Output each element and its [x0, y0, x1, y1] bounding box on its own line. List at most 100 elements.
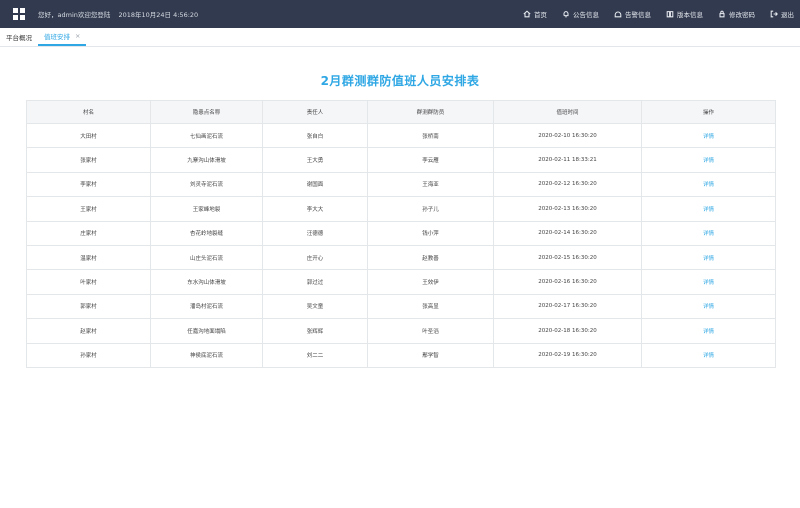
village-cell: 庄家村 — [26, 220, 151, 246]
lock-icon — [719, 10, 725, 18]
nav-change-password-label: 修改密码 — [729, 11, 755, 19]
nav-logout[interactable]: 退出 — [770, 9, 794, 19]
monitor-cell: 鄢学智 — [367, 342, 494, 368]
responsible-person-cell: 李大大 — [262, 196, 368, 222]
responsible-person-cell: 庄开心 — [262, 244, 368, 271]
hazard-point-cell: 七仙画泥石流 — [150, 122, 263, 149]
nav-announcements[interactable]: 公告信息 — [562, 9, 599, 19]
village-cell: 孙家村 — [26, 342, 151, 368]
details-link[interactable]: 详情 — [641, 196, 776, 222]
responsible-person-cell: 刘二二 — [262, 342, 368, 368]
col-header-monitor: 群测群防员 — [367, 100, 494, 124]
duty-time-cell: 2020-02-15 16:30:20 — [493, 244, 642, 271]
nav-change-password[interactable]: 修改密码 — [718, 9, 755, 19]
col-header-responsible-person: 责任人 — [262, 100, 368, 124]
details-link[interactable]: 详情 — [641, 244, 776, 271]
nav-alerts[interactable]: 告警信息 — [614, 9, 651, 19]
responsible-person-cell: 郭过过 — [262, 269, 368, 295]
monitor-cell: 张高显 — [367, 293, 494, 320]
table-body: 大田村 七仙画泥石流 张自白 张桥南 2020-02-10 16:30:20 详情 张家村九… — [26, 122, 776, 368]
duty-time-cell: 2020-02-12 16:30:20 — [493, 171, 642, 198]
details-link[interactable]: 详情 — [641, 318, 776, 344]
table-row: 孙家村 神侯底泥石流 刘二二 鄢学智 2020-02-19 16:30:20 详情 — [26, 342, 776, 368]
village-cell: 叶家村 — [26, 269, 151, 295]
welcome-text: 您好，admin欢迎您登陆 2018年10月24日 4:56:20 — [38, 9, 198, 19]
greeting-label: 您好，admin欢迎您登陆 — [38, 11, 111, 19]
hazard-point-cell: 杏花岭地裂缝 — [150, 220, 263, 246]
col-header-village: 村名 — [26, 100, 151, 124]
nav-home[interactable]: 首页 — [523, 9, 547, 19]
monitor-cell: 李云雁 — [367, 147, 494, 173]
table-row: 赵家村 任嘉沟地面塌陷 张辉辉 叶圣滔 2020-02-18 16:30:20 详情 — [26, 318, 776, 344]
details-link[interactable]: 详情 — [641, 147, 776, 173]
details-link[interactable]: 详情 — [641, 220, 776, 246]
table-row: 大田村 七仙画泥石流 张自白 张桥南 2020-02-10 16:30:20 详情 — [26, 122, 776, 149]
monitor-cell: 王效伊 — [367, 269, 494, 295]
table-row: 李家村 刘灵寺泥石流 谢国面 王海亚 2020-02-12 16:30:20 详情 — [26, 171, 776, 198]
hazard-point-cell: 九寨沟山体滑坡 — [150, 147, 263, 173]
table-row: 庄家村 杏花岭地裂缝 汪德德 钱小萍 2020-02-14 16:30:20 详情 — [26, 220, 776, 246]
duty-time-cell: 2020-02-14 16:30:20 — [493, 220, 642, 246]
close-tab-icon[interactable]: × — [75, 32, 80, 40]
home-icon — [523, 10, 531, 18]
hazard-point-cell: 神侯底泥石流 — [150, 342, 263, 368]
duty-time-cell: 2020-02-18 16:30:20 — [493, 318, 642, 344]
village-cell: 赵家村 — [26, 318, 151, 344]
tab-duty-schedule[interactable]: 值班安排 × — [38, 27, 87, 46]
village-cell: 李家村 — [26, 171, 151, 198]
nav-announcements-label: 公告信息 — [573, 11, 599, 19]
col-header-duty-time: 值班时间 — [493, 100, 642, 124]
bell-icon — [563, 11, 569, 18]
nav-home-label: 首页 — [534, 11, 547, 19]
app-grid-icon[interactable] — [8, 3, 30, 25]
duty-time-cell: 2020-02-11 18:33:21 — [493, 147, 642, 173]
tab-platform-overview-label: 平台概况 — [6, 33, 32, 42]
monitor-cell: 孙子儿 — [367, 196, 494, 222]
village-cell: 温家村 — [26, 244, 151, 271]
responsible-person-cell: 汪德德 — [262, 220, 368, 246]
duty-time-cell: 2020-02-13 16:30:20 — [493, 196, 642, 222]
monitor-cell: 赵教善 — [367, 244, 494, 271]
details-link[interactable]: 详情 — [641, 269, 776, 295]
hazard-point-cell: 山庄头泥石流 — [150, 244, 263, 271]
table-header-row: 村名 隐患点名称 责任人 群测群防员 值班时间 操作 — [26, 100, 776, 124]
table-row: 温家村 山庄头泥石流 庄开心 赵教善 2020-02-15 16:30:20 详情 — [26, 244, 776, 271]
village-cell: 大田村 — [26, 122, 151, 149]
nav-version-label: 版本信息 — [677, 11, 703, 19]
table-row: 张家村 九寨沟山体滑坡 王大勇 李云雁 2020-02-11 18:33:21 详情 — [26, 147, 776, 173]
nav-logout-label: 退出 — [781, 11, 794, 19]
current-datetime: 2018年10月24日 4:56:20 — [118, 11, 199, 19]
logout-icon — [770, 10, 778, 18]
page-title: 2月群测群防值班人员安排表 — [320, 74, 480, 88]
duty-time-cell: 2020-02-19 16:30:20 — [493, 342, 642, 368]
details-link[interactable]: 详情 — [641, 171, 776, 198]
responsible-person-cell: 谢国面 — [262, 171, 368, 198]
monitor-cell: 叶圣滔 — [367, 318, 494, 344]
hazard-point-cell: 潘岛村泥石流 — [150, 293, 263, 320]
table-row: 郭家村 潘岛村泥石流 吴文童 张高显 2020-02-17 16:30:20 详情 — [26, 293, 776, 320]
village-cell: 张家村 — [26, 147, 151, 173]
hazard-point-cell: 刘灵寺泥石流 — [150, 171, 263, 198]
hazard-point-cell: 东水沟山体滑坡 — [150, 269, 263, 295]
tab-platform-overview[interactable]: 平台概况 — [0, 27, 38, 46]
alert-icon — [614, 11, 622, 18]
table-row: 叶家村 东水沟山体滑坡 郭过过 王效伊 2020-02-16 16:30:20 详情 — [26, 269, 776, 295]
monitor-cell: 张桥南 — [367, 122, 494, 149]
duty-time-cell: 2020-02-16 16:30:20 — [493, 269, 642, 295]
details-link[interactable]: 详情 — [641, 293, 776, 320]
details-link[interactable]: 详情 — [641, 342, 776, 368]
nav-version[interactable]: 版本信息 — [666, 9, 703, 19]
responsible-person-cell: 王大勇 — [262, 147, 368, 173]
nav-alerts-label: 告警信息 — [625, 11, 651, 19]
top-nav: 首页 公告信息 告警信息 版本信息 修改密码 退出 — [508, 0, 800, 28]
details-link[interactable]: 详情 — [641, 122, 776, 149]
book-icon — [666, 11, 674, 18]
responsible-person-cell: 吴文童 — [262, 293, 368, 320]
col-header-action: 操作 — [641, 100, 776, 124]
tab-duty-schedule-label: 值班安排 — [44, 32, 70, 41]
table-row: 王家村 王家峰地裂 李大大 孙子儿 2020-02-13 16:30:20 详情 — [26, 196, 776, 222]
col-header-hazard-point: 隐患点名称 — [150, 100, 263, 124]
main-content: 2月群测群防值班人员安排表 村名 隐患点名称 责任人 群测群防员 值班时间 操作… — [0, 47, 800, 508]
responsible-person-cell: 张辉辉 — [262, 318, 368, 344]
responsible-person-cell: 张自白 — [262, 122, 368, 149]
